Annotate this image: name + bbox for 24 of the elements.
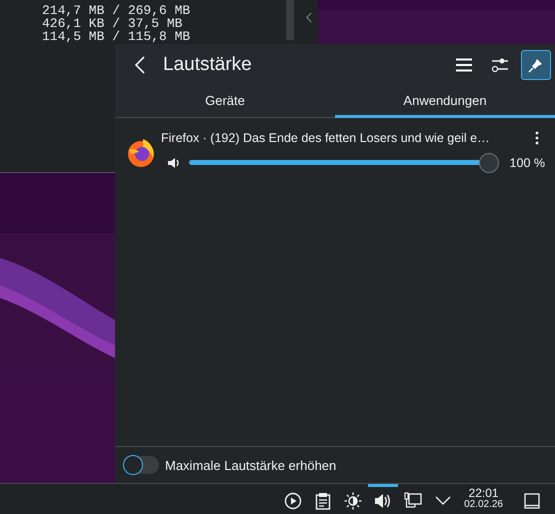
terminal-line: 214,7 MB / 269,6 MB	[42, 4, 192, 17]
more-options-icon	[535, 131, 539, 145]
volume-reading: 100 %	[508, 156, 545, 170]
sliders-icon	[491, 56, 509, 74]
stream-title: Firefox · (192) Das Ende des fetten Losers und wie geil e…	[161, 131, 491, 145]
tab[interactable]: Anwendungen	[335, 86, 555, 118]
speaker-icon[interactable]	[167, 156, 181, 170]
toggle-switch[interactable]	[123, 456, 159, 474]
back-icon	[134, 55, 146, 75]
clock-time[interactable]: 22:01	[468, 487, 499, 499]
scrollbar[interactable]	[286, 0, 294, 40]
terminal-line: 114,5 MB / 115,8 MB	[42, 30, 192, 43]
pin-button[interactable]	[521, 50, 551, 80]
menu-icon	[455, 58, 473, 72]
toggle-label: Maximale Lautstärke erhöhen	[165, 458, 336, 472]
fox-logo-icon	[125, 136, 157, 168]
pin-icon	[528, 57, 544, 73]
tab[interactable]: Geräte	[115, 86, 335, 118]
slider-thumb[interactable]	[479, 153, 499, 173]
clock-date[interactable]: 02.02.26	[464, 499, 503, 511]
popup-title: Lautstärke	[163, 54, 252, 76]
volume-slider[interactable]	[189, 153, 499, 173]
chevron-left-icon[interactable]	[306, 12, 312, 22]
terminal-line: 426,1 KB / 37,5 MB	[42, 17, 184, 30]
